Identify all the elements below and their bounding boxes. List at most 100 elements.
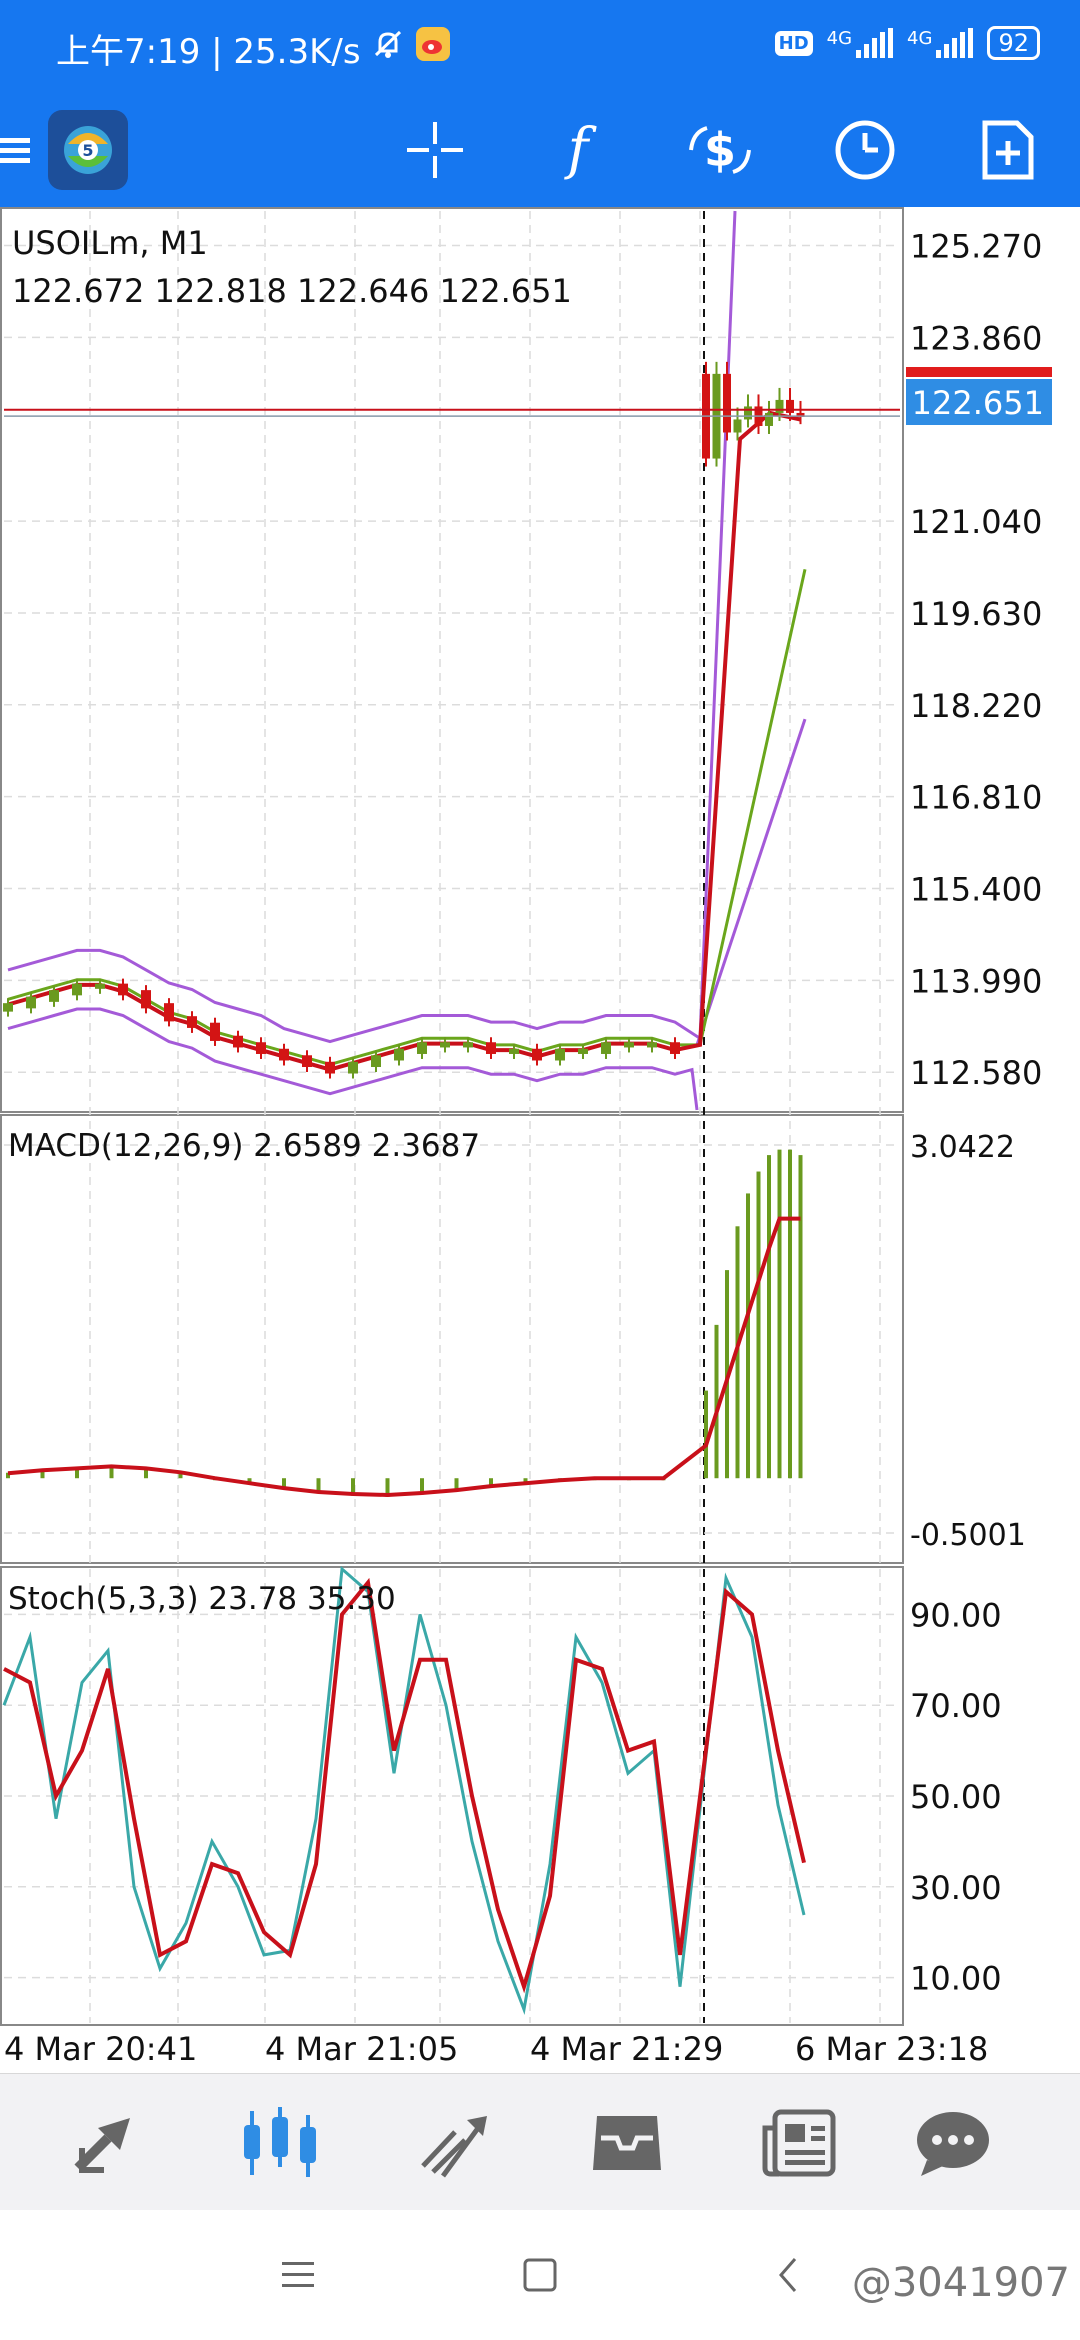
macd-histogram-bar [756,1171,761,1479]
stoch-label: Stoch(5,3,3) 23.78 35.30 [8,1581,396,1617]
signal-bars-2 [936,28,974,58]
macd-tick-label: -0.5001 [910,1518,1026,1553]
candle-body [744,406,752,420]
macd-tick-label: 3.0422 [910,1130,1015,1165]
system-nav-bar: @3041907 [0,2210,1080,2340]
candle-body [256,1042,266,1054]
candle-body [141,990,151,1009]
status-right: HD 4G 4G 92 [774,26,1040,60]
signal-icon-2: 4G [907,28,974,58]
current-price-text: 122.651 [912,384,1044,422]
price-tick-label: 123.860 [910,319,1042,357]
stoch-tick-label: 90.00 [910,1596,1002,1634]
candle-body [26,996,36,1009]
candle-body [49,990,59,1002]
price-tick-label: 115.400 [910,871,1042,909]
candle-body [532,1048,542,1061]
candle-body [348,1061,358,1074]
weibo-icon [415,26,451,71]
back-button[interactable] [748,2240,828,2310]
new-order-icon[interactable] [958,92,1058,207]
candle-body [647,1042,657,1048]
candle-body [723,373,731,433]
svg-text:$: $ [704,123,736,177]
candle-body [670,1042,680,1054]
time-tick-label: 6 Mar 23:18 [795,2030,988,2068]
messages-icon[interactable] [878,2074,1028,2211]
candle-body [279,1048,289,1061]
status-left: 上午7:19 | 25.3K/s [56,24,451,73]
candle-body [72,983,82,996]
ask-line-marker [906,367,1052,377]
candle-body [325,1061,335,1074]
candle-body [371,1055,381,1068]
main-panel [0,207,904,1113]
price-tick-label: 116.810 [910,779,1042,817]
battery-indicator: 92 [987,26,1040,60]
news-icon[interactable] [724,2074,874,2211]
trade-dollar-icon[interactable]: $ [670,92,770,207]
stoch-tick-label: 50.00 [910,1778,1002,1816]
macd-histogram-bar [704,1390,708,1479]
candle-body [302,1055,312,1068]
signal-icon: 4G [826,28,894,58]
chart-icon[interactable] [205,2074,355,2211]
crosshair-icon[interactable] [385,92,485,207]
time-tick-label: 4 Mar 21:29 [530,2030,723,2068]
trade-icon[interactable] [380,2074,530,2211]
top-toolbar: 5 f $ [0,92,1080,207]
time-tick-label: 4 Mar 20:41 [4,2030,197,2068]
bell-off-icon [371,27,405,70]
candle-body [624,1042,634,1048]
macd-histogram-bar [788,1149,792,1479]
candle-body [394,1048,404,1061]
stoch-tick-label: 10.00 [910,1960,1002,1998]
chart-area[interactable]: 125.270 123.860 121.040 119.630 118.220 116.8… [0,207,1080,2073]
stoch-tick-label: 30.00 [910,1869,1002,1907]
recent-apps-button[interactable] [258,2240,338,2310]
candle-body [786,399,794,413]
candle-body [210,1022,220,1041]
ohlc-label: 122.672 122.818 122.646 122.651 [12,272,572,310]
macd-histogram-bar [777,1149,782,1479]
macd-label: MACD(12,26,9) 2.6589 2.3687 [8,1128,480,1164]
candle-body [118,983,128,996]
indicators-f-icon[interactable]: f [528,92,628,207]
price-tick-label: 121.040 [910,503,1042,541]
candle-body [417,1042,427,1054]
candle-body [765,412,773,426]
candle-body [555,1048,565,1061]
candle-body [509,1048,519,1054]
chart-canvas[interactable]: 125.270 123.860 121.040 119.630 118.220 116.8… [0,207,1080,2073]
candle-body [3,1003,13,1012]
price-tick-label: 118.220 [910,687,1042,725]
timeframe-clock-icon[interactable] [815,92,915,207]
macd-histogram-bar [798,1155,803,1479]
hd-badge: HD [774,30,813,56]
candle-body [95,983,105,989]
candle-body [578,1048,588,1054]
price-tick-label: 119.630 [910,595,1042,633]
network-4g-label: 4G [826,28,853,49]
app-logo[interactable]: 5 [38,92,138,207]
price-tick-label: 112.580 [910,1054,1042,1092]
status-bar: 上午7:19 | 25.3K/s HD 4G 4G 92 [0,0,1080,92]
candle-body [440,1042,450,1048]
signal-bars-1 [856,28,894,58]
candle-body [164,1003,174,1022]
candle-body [463,1042,473,1048]
time-tick-label: 4 Mar 21:05 [265,2030,458,2068]
price-tick-label: 113.990 [910,962,1042,1000]
home-button[interactable] [500,2240,580,2310]
candle-body [601,1042,611,1054]
quotes-icon[interactable] [33,2074,183,2211]
history-icon[interactable] [552,2074,702,2211]
watermark-text: @3041907 [851,2260,1070,2306]
bottom-nav [0,2073,1080,2210]
stoch-tick-label: 70.00 [910,1687,1002,1725]
status-time: 上午7:19 | 25.3K/s [56,32,361,72]
symbol-label: USOILm, M1 [12,224,208,262]
network-4g-label-2: 4G [907,28,933,49]
candle-body [233,1035,243,1048]
macd-histogram-bar [767,1155,771,1479]
